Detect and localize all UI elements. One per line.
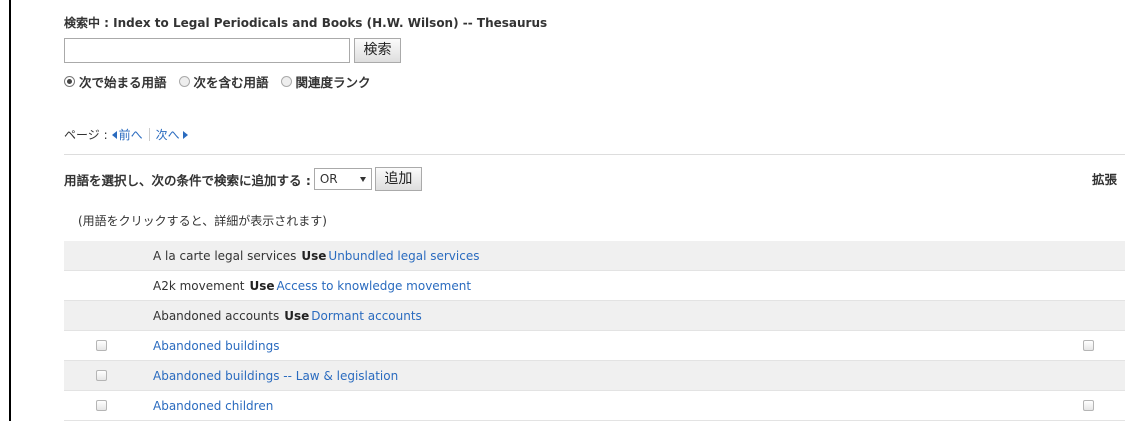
prev-page-link[interactable]: 前へ (119, 126, 143, 143)
expand-term-checkbox[interactable] (1083, 340, 1094, 351)
pagination-divider (148, 128, 150, 141)
list-item: Abandoned buildings -- Law & legislation (64, 361, 1125, 391)
select-term-checkbox[interactable] (96, 370, 107, 381)
radio-option-relevance[interactable]: 関連度ランク (280, 72, 371, 91)
radio-contains[interactable] (178, 76, 190, 87)
next-page-link[interactable]: 次へ (156, 126, 180, 143)
term-text: Abandoned accounts (153, 309, 280, 323)
use-label: Use (301, 249, 327, 263)
radio-label: 次で始まる用語 (79, 75, 167, 90)
term-entry: Abandoned accounts Use Dormant accounts (153, 309, 422, 323)
radio-label: 次を含む用語 (193, 75, 269, 90)
radio-relevance[interactable] (280, 76, 292, 87)
term-link[interactable]: Abandoned children (153, 399, 273, 413)
radio-label: 関連度ランク (295, 75, 371, 90)
term-link[interactable]: Abandoned buildings -- Law & legislation (153, 369, 398, 383)
window-left-border (9, 0, 11, 421)
add-button[interactable]: 追加 (374, 167, 422, 191)
term-list: A la carte legal services Use Unbundled le… (64, 241, 1125, 421)
radio-option-starts-with[interactable]: 次で始まる用語 (64, 72, 167, 91)
triangle-left-icon[interactable] (111, 130, 117, 139)
select-term-checkbox[interactable] (96, 400, 107, 411)
list-item: Abandoned children (64, 391, 1125, 421)
add-to-search-bar: 用語を選択し、次の条件で検索に追加する : OR 追加 (64, 167, 422, 191)
term-entry: A la carte legal services Use Unbundled le… (153, 249, 479, 263)
operator-select[interactable]: OR (313, 168, 372, 190)
click-hint: (用語をクリックすると、詳細が表示されます) (78, 214, 327, 228)
select-term-checkbox[interactable] (96, 340, 107, 351)
radio-option-contains[interactable]: 次を含む用語 (178, 72, 269, 91)
radio-starts-with[interactable] (64, 76, 75, 87)
use-target-link[interactable]: Dormant accounts (311, 309, 422, 323)
pagination-label: ページ : (64, 128, 108, 142)
term-link[interactable]: Abandoned buildings (153, 339, 279, 353)
expand-term-checkbox[interactable] (1083, 400, 1094, 411)
operator-value: OR (319, 172, 338, 186)
page-title: 検索中 : Index to Legal Periodicals and Boo… (64, 16, 548, 30)
use-target-link[interactable]: Access to knowledge movement (277, 279, 472, 293)
search-mode-options: 次で始まる用語 次を含む用語 関連度ランク (64, 72, 383, 91)
use-target-link[interactable]: Unbundled legal services (328, 249, 479, 263)
list-item: A la carte legal services Use Unbundled le… (64, 241, 1125, 271)
triangle-right-icon[interactable] (182, 130, 188, 139)
expand-column-header: 拡張 (1091, 172, 1117, 187)
term-text: A la carte legal services (153, 249, 297, 263)
add-to-search-label: 用語を選択し、次の条件で検索に追加する : (64, 172, 311, 188)
list-item: Abandoned accounts Use Dormant accounts (64, 301, 1125, 331)
chevron-down-icon (359, 176, 366, 182)
term-text: A2k movement (153, 279, 245, 293)
use-label: Use (249, 279, 275, 293)
search-input[interactable] (64, 38, 350, 63)
term-entry: A2k movement Use Access to knowledge movem… (153, 279, 471, 293)
pagination: ページ : 前へ 次へ (64, 126, 188, 143)
list-item: Abandoned buildings (64, 331, 1125, 361)
use-label: Use (284, 309, 310, 323)
list-item: A2k movement Use Access to knowledge movem… (64, 271, 1125, 301)
search-button[interactable]: 検索 (354, 38, 401, 63)
divider (64, 154, 1125, 155)
